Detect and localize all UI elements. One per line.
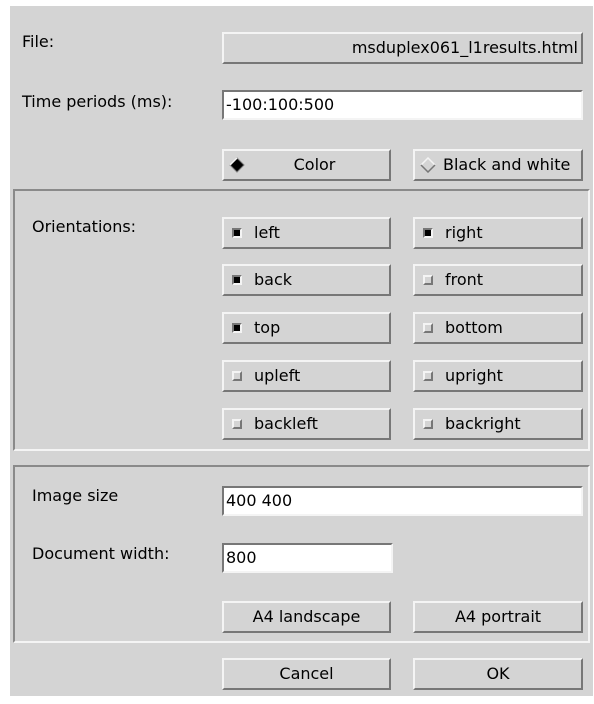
checkbox-upleft[interactable]: upleft bbox=[222, 360, 391, 392]
checkbox-bottom-label: bottom bbox=[445, 318, 503, 337]
checkbox-front[interactable]: front bbox=[413, 264, 583, 296]
checkbox-unchecked-indicator bbox=[232, 371, 242, 381]
checkbox-checked-indicator bbox=[232, 228, 242, 238]
checkbox-unchecked-indicator bbox=[423, 323, 433, 333]
checkbox-upright-label: upright bbox=[445, 366, 503, 385]
cancel-label: Cancel bbox=[279, 664, 334, 683]
ok-label: OK bbox=[486, 664, 510, 683]
image-size-input[interactable]: 400 400 bbox=[222, 486, 583, 516]
checkbox-backright[interactable]: backright bbox=[413, 408, 583, 440]
a4-portrait-label: A4 portrait bbox=[454, 607, 542, 626]
file-label: File: bbox=[22, 32, 55, 51]
checkbox-left-label: left bbox=[254, 223, 280, 242]
black-and-white-radio-label: Black and white bbox=[443, 155, 571, 174]
file-select-button[interactable]: msduplex061_l1results.html bbox=[222, 32, 583, 64]
ok-button[interactable]: OK bbox=[413, 658, 583, 690]
checkbox-top-label: top bbox=[254, 318, 281, 337]
radio-unselected-icon bbox=[420, 157, 436, 173]
a4-portrait-button[interactable]: A4 portrait bbox=[413, 601, 583, 633]
document-width-label: Document width: bbox=[32, 544, 170, 563]
document-width-input[interactable]: 800 bbox=[222, 543, 393, 573]
checkbox-checked-indicator bbox=[423, 228, 433, 238]
checkbox-unchecked-indicator bbox=[232, 419, 242, 429]
checkbox-upright[interactable]: upright bbox=[413, 360, 583, 392]
checkbox-unchecked-indicator bbox=[423, 371, 433, 381]
image-size-label: Image size bbox=[32, 486, 119, 505]
orientations-label: Orientations: bbox=[32, 217, 137, 236]
checkbox-bottom[interactable]: bottom bbox=[413, 312, 583, 344]
checkbox-checked-indicator bbox=[232, 275, 242, 285]
checkbox-unchecked-indicator bbox=[423, 419, 433, 429]
checkbox-back[interactable]: back bbox=[222, 264, 391, 296]
dialog-window: File: msduplex061_l1results.html Time pe… bbox=[10, 6, 593, 696]
checkbox-right-label: right bbox=[445, 223, 483, 242]
color-radio[interactable]: Color bbox=[222, 149, 391, 181]
a4-landscape-label: A4 landscape bbox=[252, 607, 361, 626]
file-name: msduplex061_l1results.html bbox=[351, 38, 578, 57]
cancel-button[interactable]: Cancel bbox=[222, 658, 391, 690]
time-periods-label: Time periods (ms): bbox=[22, 92, 173, 111]
checkbox-right[interactable]: right bbox=[413, 217, 583, 249]
checkbox-front-label: front bbox=[445, 270, 484, 289]
checkbox-back-label: back bbox=[254, 270, 293, 289]
checkbox-left[interactable]: left bbox=[222, 217, 391, 249]
checkbox-top[interactable]: top bbox=[222, 312, 391, 344]
time-periods-input[interactable]: -100:100:500 bbox=[222, 90, 583, 120]
checkbox-backright-label: backright bbox=[445, 414, 521, 433]
checkbox-checked-indicator bbox=[232, 323, 242, 333]
checkbox-unchecked-indicator bbox=[423, 275, 433, 285]
checkbox-backleft[interactable]: backleft bbox=[222, 408, 391, 440]
checkbox-upleft-label: upleft bbox=[254, 366, 301, 385]
color-radio-label: Color bbox=[293, 155, 336, 174]
checkbox-backleft-label: backleft bbox=[254, 414, 318, 433]
black-and-white-radio[interactable]: Black and white bbox=[413, 149, 583, 181]
a4-landscape-button[interactable]: A4 landscape bbox=[222, 601, 391, 633]
